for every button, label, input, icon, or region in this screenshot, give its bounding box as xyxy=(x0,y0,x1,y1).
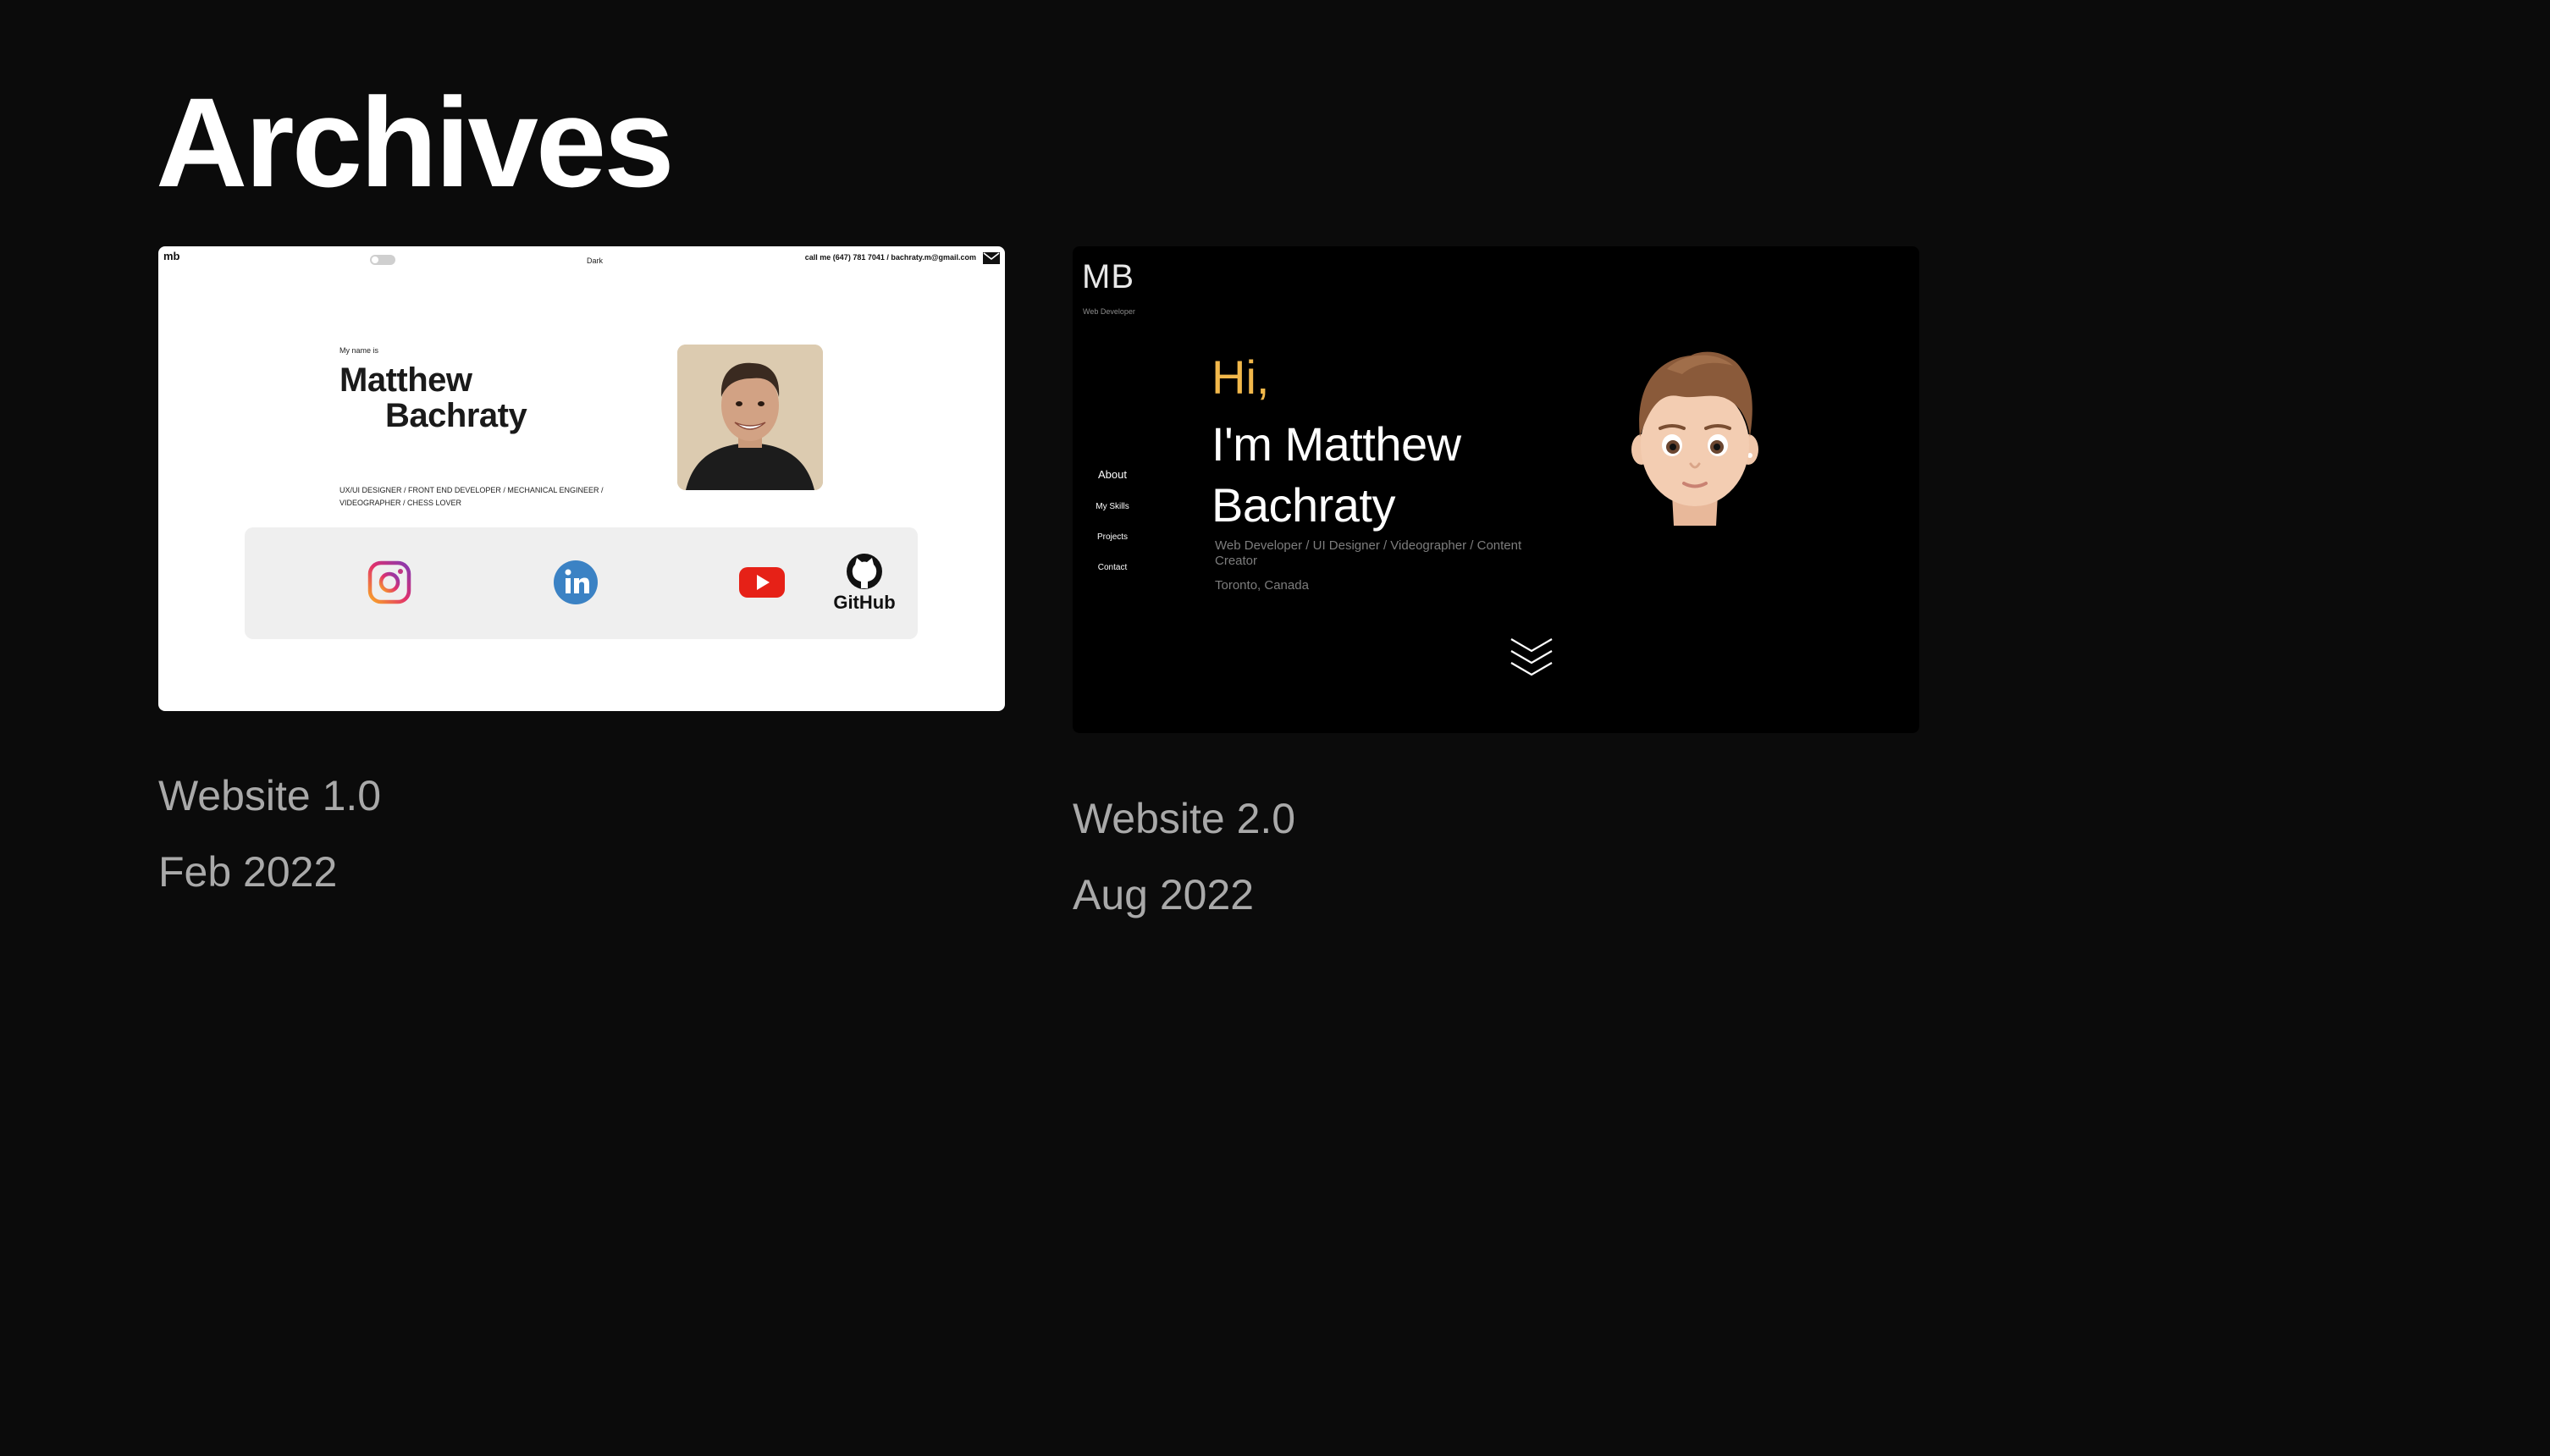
site-logo: MB xyxy=(1082,258,1134,295)
nav-projects[interactable]: Projects xyxy=(1073,532,1152,542)
card-date: Aug 2022 xyxy=(1073,871,1255,918)
nav-contact[interactable]: Contact xyxy=(1073,563,1152,572)
theme-toggle xyxy=(370,255,395,265)
last-name: Bachraty xyxy=(385,397,527,434)
archives-page: Archives mb Dark call me (647) 781 7041 … xyxy=(0,0,2550,1456)
website-2-thumbnail[interactable]: MB Web Developer About My Skills Project… xyxy=(1073,246,1919,733)
roles-text: Web Developer / UI Designer / Videograph… xyxy=(1215,538,1522,568)
nav-my-skills[interactable]: My Skills xyxy=(1073,502,1152,511)
youtube-icon[interactable] xyxy=(737,558,787,607)
page-title: Archives xyxy=(156,71,675,213)
card-title[interactable]: Website 2.0 xyxy=(1073,793,1295,844)
mode-label: Dark xyxy=(587,256,604,265)
profile-photo xyxy=(677,345,823,490)
linkedin-icon[interactable] xyxy=(551,558,600,607)
website-1-thumbnail[interactable]: mb Dark call me (647) 781 7041 / bachrat… xyxy=(158,246,1005,711)
social-links-bar: GitHub xyxy=(245,527,918,639)
contact-text: call me (647) 781 7041 / bachraty.m@gmai… xyxy=(804,253,976,262)
location-text: Toronto, Canada xyxy=(1215,578,1309,593)
github-icon[interactable]: GitHub xyxy=(831,553,898,612)
hero-name: I'm Matthew Bachraty xyxy=(1212,417,1461,532)
github-label: GitHub xyxy=(833,592,895,612)
nav-about[interactable]: About xyxy=(1073,468,1152,481)
memoji-avatar xyxy=(1631,351,1758,526)
instagram-icon[interactable] xyxy=(365,558,414,607)
site-logo: mb xyxy=(163,250,180,262)
mail-icon xyxy=(983,252,1000,264)
card-date: Feb 2022 xyxy=(158,848,338,896)
site-subtitle: Web Developer xyxy=(1083,307,1135,316)
intro-text: My name is xyxy=(339,346,379,355)
first-name: Matthew xyxy=(339,361,472,399)
greeting: Hi, xyxy=(1212,350,1270,404)
roles-text: UX/UI DESIGNER / FRONT END DEVELOPER / M… xyxy=(339,486,604,507)
card-title[interactable]: Website 1.0 xyxy=(158,770,381,821)
scroll-down-icon[interactable] xyxy=(1509,636,1554,680)
